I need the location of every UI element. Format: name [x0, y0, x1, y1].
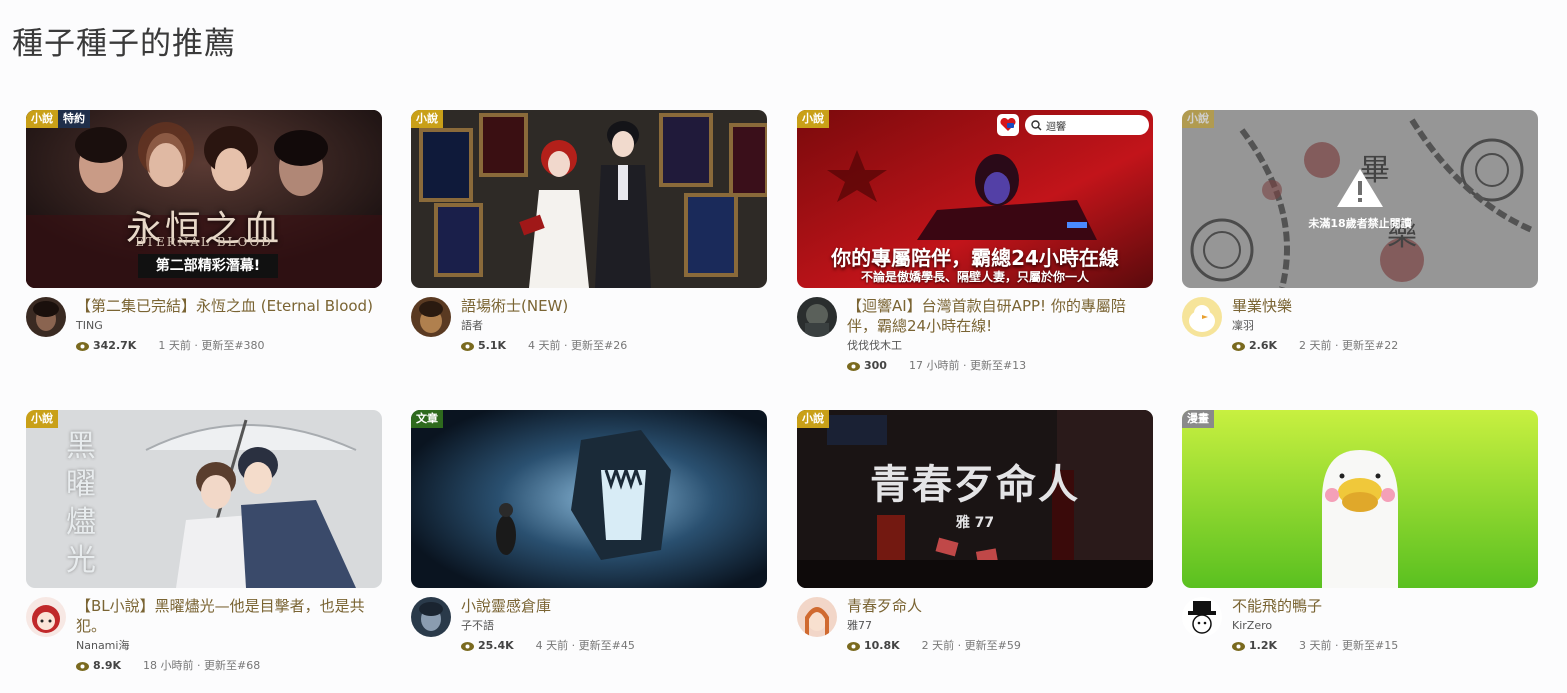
badge-group: 小說 — [797, 110, 829, 128]
work-title[interactable]: 小說靈感倉庫 — [461, 596, 767, 616]
badge-group: 漫畫 — [1182, 410, 1214, 428]
work-title[interactable]: 畢業快樂 — [1232, 296, 1538, 316]
author-avatar[interactable] — [26, 297, 66, 337]
author-name[interactable]: 凜羽 — [1232, 319, 1538, 333]
work-card[interactable]: 小說 語場術士(NEW) 語者 5.1K 4 天前 · 更新至#26 — [411, 110, 767, 353]
work-card[interactable]: 永恒之血 ETERNAL BLOOD 第二部精彩潛幕! 小說 特約 【第二集已完… — [26, 110, 382, 353]
work-card[interactable]: 漫畫 不能飛的鴨子 KirZero 1.2K 3 天前 · 更新至#15 — [1182, 410, 1538, 653]
update-info: 18 小時前 · 更新至#68 — [143, 659, 261, 672]
badge-group: 小說 — [1182, 110, 1214, 128]
work-card[interactable]: 畢 樂 未滿18歲者禁止閱讀 小說 畢業快樂 凜羽 2.6K 2 天前 · 更新… — [1182, 110, 1538, 353]
work-title[interactable]: 【迴響AI】台灣首款自研APP! 你的專屬陪伴，霸總24小時在線! — [847, 296, 1153, 336]
heart-chat-icon — [997, 114, 1019, 136]
view-count: 2.6K — [1249, 339, 1278, 352]
cover-image[interactable]: 小說 — [411, 110, 767, 288]
update-info: 1 天前 · 更新至#380 — [158, 339, 265, 352]
cover-subline: 不論是傲嬌學長、隔壁人妻，只屬於你一人 — [860, 270, 1089, 284]
cover-title-text: 青春歹命人 — [870, 461, 1080, 508]
cover-image[interactable]: 永恒之血 ETERNAL BLOOD 第二部精彩潛幕! 小說 特約 — [26, 110, 382, 288]
cover-headline: 你的專屬陪伴，霸總24小時在線 — [831, 246, 1119, 270]
section-title: 種子種子的推薦 — [12, 26, 236, 62]
author-avatar[interactable] — [797, 297, 837, 337]
view-count: 25.4K — [478, 639, 514, 652]
author-name[interactable]: Nanami海 — [76, 639, 382, 653]
work-card[interactable]: 迴響 你的專屬陪伴，霸總24小時在線 不論是傲嬌學長、隔壁人妻，只屬於你一人 小… — [797, 110, 1153, 373]
cover-image[interactable]: 文章 — [411, 410, 767, 588]
age-restriction-text: 未滿18歲者禁止閱讀 — [1308, 217, 1412, 230]
author-avatar[interactable] — [1182, 597, 1222, 637]
eye-icon — [1232, 341, 1245, 351]
update-info: 17 小時前 · 更新至#13 — [908, 359, 1027, 372]
author-name[interactable]: TING — [76, 319, 382, 333]
eye-icon — [461, 641, 474, 651]
badge-article: 文章 — [411, 410, 443, 428]
cover-image[interactable]: 迴響 你的專屬陪伴，霸總24小時在線 不論是傲嬌學長、隔壁人妻，只屬於你一人 小… — [797, 110, 1153, 288]
work-card[interactable]: 黑 曜 燼 光 小說 【BL小說】黑曜燼光—他是目擊者，也是共犯。 Nanami… — [26, 410, 382, 673]
author-name[interactable]: 伐伐伐木工 — [847, 339, 1153, 353]
work-title[interactable]: 【第二集已完結】永恆之血 (Eternal Blood) — [76, 296, 382, 316]
cover-illustration — [411, 410, 767, 588]
badge-group: 小說 特約 — [26, 110, 90, 128]
work-title[interactable]: 【BL小說】黑曜燼光—他是目擊者，也是共犯。 — [76, 596, 382, 636]
update-info: 2 天前 · 更新至#22 — [1299, 339, 1399, 352]
badge-novel: 小說 — [26, 110, 58, 128]
author-name[interactable]: 子不語 — [461, 619, 767, 633]
work-title[interactable]: 青春歹命人 — [847, 596, 1153, 616]
eye-icon — [76, 341, 89, 351]
cover-title-vertical: 黑 曜 燼 光 — [66, 429, 96, 578]
author-name[interactable]: KirZero — [1232, 619, 1538, 633]
work-card[interactable]: 文章 小說靈感倉庫 子不語 25.4K 4 天前 · 更新至#45 — [411, 410, 767, 653]
update-info: 4 天前 · 更新至#45 — [535, 639, 635, 652]
author-avatar[interactable] — [411, 297, 451, 337]
cover-subtitle-text: ETERNAL BLOOD — [135, 235, 273, 249]
author-name[interactable]: 語者 — [461, 319, 767, 333]
cover-image[interactable]: 畢 樂 未滿18歲者禁止閱讀 小說 — [1182, 110, 1538, 288]
badge-novel: 小說 — [1182, 110, 1214, 128]
badge-group: 小說 — [26, 410, 58, 428]
eye-icon — [847, 361, 860, 371]
search-icon — [1031, 119, 1042, 130]
eye-icon — [1232, 641, 1245, 651]
author-avatar[interactable] — [411, 597, 451, 637]
badge-novel: 小說 — [797, 410, 829, 428]
age-restriction-overlay[interactable]: 未滿18歲者禁止閱讀 — [1182, 110, 1538, 288]
cover-tagline: 第二部精彩潛幕! — [138, 254, 278, 278]
work-card[interactable]: 青春歹命人 雅 77 小說 青春歹命人 雅77 10.8K 2 天前 · 更新至… — [797, 410, 1153, 653]
badge-novel: 小說 — [411, 110, 443, 128]
eye-icon — [461, 341, 474, 351]
badge-special: 特約 — [58, 110, 90, 128]
badge-group: 文章 — [411, 410, 443, 428]
badge-group: 小說 — [411, 110, 443, 128]
view-count: 5.1K — [478, 339, 507, 352]
update-info: 3 天前 · 更新至#15 — [1299, 639, 1399, 652]
search-query: 迴響 — [1046, 121, 1066, 133]
update-info: 4 天前 · 更新至#26 — [528, 339, 628, 352]
cover-illustration — [411, 110, 767, 288]
author-avatar[interactable] — [26, 597, 66, 637]
eye-icon — [76, 661, 89, 671]
author-avatar[interactable] — [1182, 297, 1222, 337]
view-count: 1.2K — [1249, 639, 1278, 652]
update-info: 2 天前 · 更新至#59 — [921, 639, 1021, 652]
badge-novel: 小說 — [26, 410, 58, 428]
view-count: 8.9K — [93, 659, 122, 672]
view-count: 10.8K — [864, 639, 900, 652]
badge-group: 小說 — [797, 410, 829, 428]
author-avatar[interactable] — [797, 597, 837, 637]
work-title[interactable]: 語場術士(NEW) — [461, 296, 767, 316]
work-title[interactable]: 不能飛的鴨子 — [1232, 596, 1538, 616]
cover-image[interactable]: 漫畫 — [1182, 410, 1538, 588]
cover-image[interactable]: 青春歹命人 雅 77 小說 — [797, 410, 1153, 588]
view-count: 300 — [864, 359, 887, 372]
warning-icon — [1337, 169, 1383, 207]
search-bar: 迴響 — [1025, 115, 1149, 135]
eye-icon — [847, 641, 860, 651]
cover-author-text: 雅 77 — [955, 515, 995, 531]
view-count: 342.7K — [93, 339, 137, 352]
cover-illustration — [1182, 410, 1538, 588]
badge-novel: 小說 — [797, 110, 829, 128]
cover-image[interactable]: 黑 曜 燼 光 小說 — [26, 410, 382, 588]
author-name[interactable]: 雅77 — [847, 619, 1153, 633]
badge-comic: 漫畫 — [1182, 410, 1214, 428]
